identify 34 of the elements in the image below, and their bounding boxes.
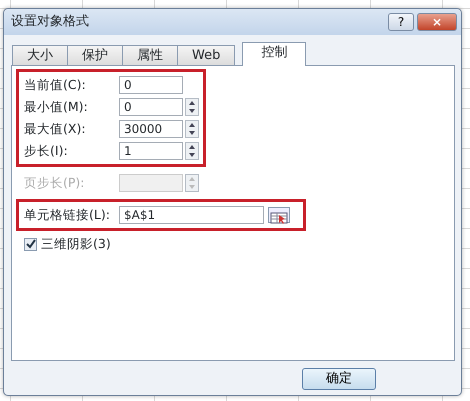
down-arrow-icon: [186, 183, 198, 191]
spin-button[interactable]: [185, 142, 199, 160]
tab[interactable]: 属性: [122, 45, 178, 65]
input-field[interactable]: [119, 174, 183, 192]
up-arrow-icon: [186, 99, 198, 107]
spin-button[interactable]: [185, 120, 199, 138]
field-label: 当前值(C):: [24, 76, 87, 94]
down-arrow-icon: [186, 151, 198, 159]
up-arrow-icon: [186, 143, 198, 151]
cell-picker-button[interactable]: [268, 207, 290, 223]
input-field[interactable]: 1: [119, 142, 183, 160]
field-label: 最小值(M):: [24, 98, 89, 116]
down-arrow-icon: [186, 107, 198, 115]
tab[interactable]: Web: [177, 45, 236, 65]
up-arrow-icon: [186, 175, 198, 183]
help-button[interactable]: ?: [388, 13, 414, 31]
tab[interactable]: 控制: [242, 42, 306, 66]
field-label: 页步长(P):: [24, 174, 86, 192]
input-field[interactable]: 0: [119, 98, 183, 116]
field-label: 最大值(X):: [24, 120, 87, 138]
checkbox-label: 三维阴影(3): [41, 235, 111, 253]
field-label: 步长(I):: [24, 142, 69, 160]
input-field[interactable]: 0: [119, 76, 183, 94]
spin-button[interactable]: [185, 98, 199, 116]
down-arrow-icon: [186, 129, 198, 137]
checkbox[interactable]: [24, 238, 37, 251]
field-label: 单元格链接(L):: [24, 206, 111, 224]
tab[interactable]: 保护: [67, 45, 123, 65]
ok-button[interactable]: 确定: [302, 368, 376, 390]
input-field[interactable]: $A$1: [119, 206, 264, 224]
tab[interactable]: 大小: [12, 45, 68, 65]
up-arrow-icon: [186, 121, 198, 129]
input-field[interactable]: 30000: [119, 120, 183, 138]
window-title: 设置对象格式: [11, 13, 90, 32]
